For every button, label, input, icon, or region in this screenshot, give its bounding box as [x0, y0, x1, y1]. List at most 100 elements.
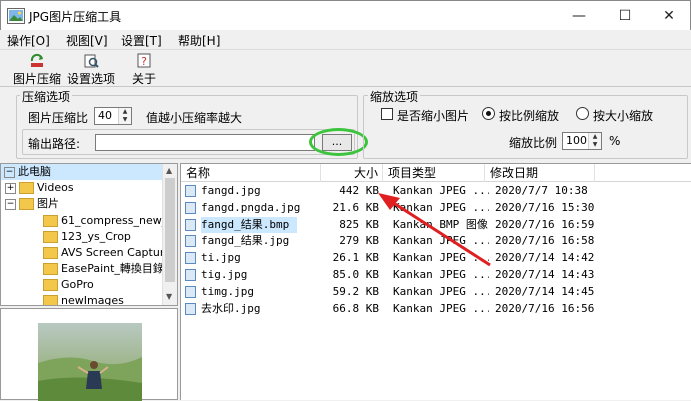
file-name: ti.jpg	[201, 251, 241, 265]
collapse-icon[interactable]: −	[5, 198, 16, 210]
column-type[interactable]: 项目类型	[383, 164, 485, 182]
file-type: Kankan JPEG ...	[393, 301, 489, 315]
shrink-checkbox[interactable]	[381, 108, 393, 120]
tree-item-this-pc[interactable]: − 此电脑	[1, 164, 163, 180]
ratio-hint: 值越小压缩率越大	[146, 111, 243, 125]
output-path-label: 输出路径:	[28, 137, 81, 151]
tree-item-folder[interactable]: 61_compress_new_合	[43, 213, 178, 229]
settings-options-button[interactable]: 设置选项	[65, 51, 117, 87]
column-name[interactable]: 名称	[181, 164, 321, 182]
scroll-thumb[interactable]	[165, 178, 175, 282]
toolbar: 图片压缩 设置选项 ? 关于	[0, 51, 691, 87]
maximize-button[interactable]: ☐	[602, 1, 648, 31]
folder-icon	[43, 295, 58, 305]
file-name: tig.jpg	[201, 268, 248, 281]
minimize-button[interactable]: —	[556, 1, 602, 31]
file-date: 2020/7/16 16:59	[495, 217, 595, 231]
folder-icon	[43, 231, 58, 243]
scale-ratio-value: 100	[566, 134, 587, 147]
tree-item-videos[interactable]: + Videos	[5, 180, 74, 196]
scale-options-title: 缩放选项	[368, 88, 421, 105]
title-bar: JPG图片压缩工具 — ☐ ✕	[0, 0, 691, 30]
image-file-icon	[185, 201, 196, 214]
tree-item-folder[interactable]: EasePaint_轉換目錄	[43, 261, 164, 277]
tree-item-label: 61_compress_new_合	[61, 214, 178, 227]
about-button[interactable]: ? 关于	[124, 51, 164, 87]
file-date: 2020/7/16 15:30	[495, 200, 595, 214]
file-row[interactable]: 去水印.jpg 66.8 KB Kankan JPEG ... 2020/7/16 1…	[181, 301, 691, 317]
shrink-label: 是否缩小图片	[397, 109, 470, 123]
tree-item-label: 123_ys_Crop	[61, 230, 131, 243]
menu-operate[interactable]: 操作[O]	[7, 32, 50, 49]
tree-item-label: newImages	[61, 294, 124, 306]
file-date: 2020/7/14 14:45	[495, 284, 595, 298]
image-preview	[0, 308, 178, 401]
folder-icon	[43, 247, 58, 259]
tree-item-folder[interactable]: AVS Screen Captur	[43, 245, 164, 261]
ratio-stepper[interactable]: 40 ▲ ▼	[94, 107, 132, 125]
file-size: 66.8 KB	[332, 301, 379, 315]
folder-icon	[43, 263, 58, 275]
compress-label: 图片压缩	[12, 72, 61, 86]
scroll-up-icon[interactable]: ▲	[166, 166, 172, 175]
scale-ratio-label: 缩放比例	[509, 136, 558, 150]
image-file-icon	[185, 185, 196, 197]
expand-icon[interactable]: +	[5, 182, 16, 194]
tree-item-label: Videos	[37, 181, 74, 194]
file-date: 2020/7/7 10:38	[495, 184, 588, 197]
stepper-arrows-icon[interactable]: ▲ ▼	[588, 133, 601, 149]
tree-scrollbar[interactable]: ▲ ▼	[162, 164, 177, 305]
menu-settings[interactable]: 设置[T]	[121, 32, 162, 49]
column-date[interactable]: 修改日期	[485, 164, 595, 182]
tree-item-pictures[interactable]: − 图片	[5, 196, 59, 212]
file-name: 去水印.jpg	[201, 301, 261, 315]
file-date: 2020/7/14 14:43	[495, 268, 595, 281]
output-path-input[interactable]	[95, 134, 315, 151]
radio-by-size[interactable]	[576, 107, 589, 120]
settings-icon	[84, 54, 99, 68]
annotation-circle	[309, 128, 368, 156]
close-button[interactable]: ✕	[646, 1, 691, 31]
annotation-arrow	[378, 193, 491, 267]
column-size[interactable]: 大小	[321, 164, 383, 182]
file-name: fangd.jpg	[201, 184, 261, 197]
about-label: 关于	[131, 72, 156, 86]
app-icon	[7, 8, 25, 24]
collapse-icon[interactable]: −	[4, 166, 15, 178]
by-size-label: 按大小缩放	[593, 109, 654, 123]
compress-icon	[30, 53, 43, 67]
ratio-value: 40	[98, 109, 112, 122]
settings-label: 设置选项	[66, 72, 115, 86]
window-title: JPG图片压缩工具	[29, 10, 122, 24]
menu-help[interactable]: 帮助[H]	[178, 32, 220, 49]
image-file-icon	[185, 302, 196, 315]
by-ratio-label: 按比例缩放	[499, 109, 560, 123]
scroll-down-icon[interactable]: ▼	[166, 292, 172, 301]
image-file-icon	[185, 269, 196, 281]
file-type: Kankan JPEG ...	[393, 284, 489, 298]
menu-view[interactable]: 视图[V]	[66, 32, 108, 49]
tree-item-label: GoPro	[61, 278, 94, 291]
file-name: fangd_结果.jpg	[201, 234, 290, 248]
help-icon: ?	[137, 53, 151, 68]
file-size: 59.2 KB	[332, 284, 379, 298]
folder-tree[interactable]: − 此电脑 + Videos − 图片 61_compress_new_合 123_y…	[0, 163, 178, 306]
tree-item-label: EasePaint_轉換目錄	[61, 262, 164, 275]
tree-item-folder[interactable]: 123_ys_Crop	[43, 229, 131, 245]
scale-ratio-stepper[interactable]: 100 ▲ ▼	[562, 132, 602, 150]
stepper-arrows-icon[interactable]: ▲ ▼	[118, 108, 131, 124]
file-row[interactable]: timg.jpg 59.2 KB Kankan JPEG ... 2020/7/14 …	[181, 284, 691, 300]
folder-icon	[43, 215, 58, 227]
compress-image-button[interactable]: 图片压缩	[11, 51, 63, 87]
image-file-icon	[185, 218, 196, 231]
tree-item-folder[interactable]: GoPro	[43, 277, 94, 293]
radio-by-ratio[interactable]	[482, 107, 495, 120]
preview-photo	[38, 323, 142, 401]
radio-dot-icon	[486, 111, 491, 116]
file-date: 2020/7/14 14:42	[495, 251, 595, 265]
file-name: fangd_结果.bmp	[201, 216, 297, 233]
menu-bar: 操作[O] 视图[V] 设置[T] 帮助[H]	[0, 30, 691, 50]
tree-item-folder[interactable]: newImages	[43, 293, 124, 306]
tree-item-label: AVS Screen Captur	[61, 246, 165, 259]
svg-text:?: ?	[141, 55, 147, 68]
